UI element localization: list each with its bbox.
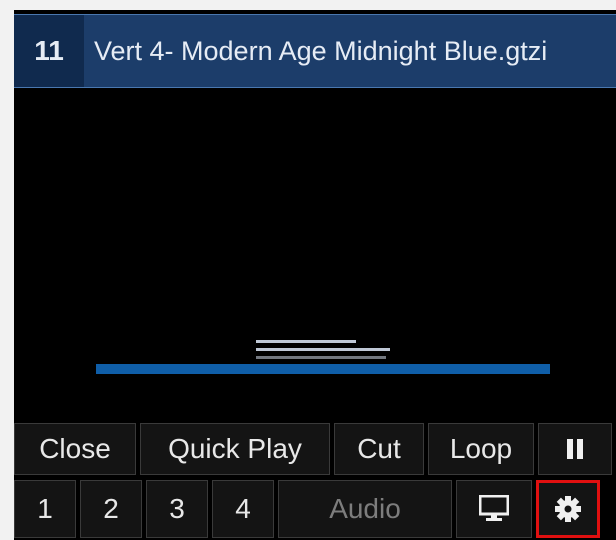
audio-button[interactable]: Audio <box>278 480 452 538</box>
lower-third-graphic <box>96 334 550 374</box>
settings-button[interactable] <box>536 480 600 538</box>
output-1-button[interactable]: 1 <box>14 480 76 538</box>
monitor-button[interactable] <box>456 480 532 538</box>
gear-icon <box>554 495 582 523</box>
input-title: Vert 4- Modern Age Midnight Blue.gtzi <box>94 35 548 66</box>
monitor-icon <box>479 495 509 523</box>
loop-button[interactable]: Loop <box>428 423 534 475</box>
output-2-button[interactable]: 2 <box>80 480 142 538</box>
output-4-button[interactable]: 4 <box>212 480 274 538</box>
pause-icon <box>565 437 585 461</box>
controls-row-1: Close Quick Play Cut Loop <box>14 423 616 475</box>
output-3-button[interactable]: 3 <box>146 480 208 538</box>
cut-button[interactable]: Cut <box>334 423 424 475</box>
preview-window[interactable] <box>14 88 616 420</box>
input-title-bar[interactable]: 11 Vert 4- Modern Age Midnight Blue.gtzi <box>14 14 616 88</box>
controls-row-2: 1 2 3 4 Audio <box>14 480 616 538</box>
close-button[interactable]: Close <box>14 423 136 475</box>
pause-button[interactable] <box>538 423 612 475</box>
quick-play-button[interactable]: Quick Play <box>140 423 330 475</box>
lower-third-bar <box>96 364 550 374</box>
input-panel: 11 Vert 4- Modern Age Midnight Blue.gtzi… <box>14 10 616 540</box>
input-number: 11 <box>14 15 84 87</box>
